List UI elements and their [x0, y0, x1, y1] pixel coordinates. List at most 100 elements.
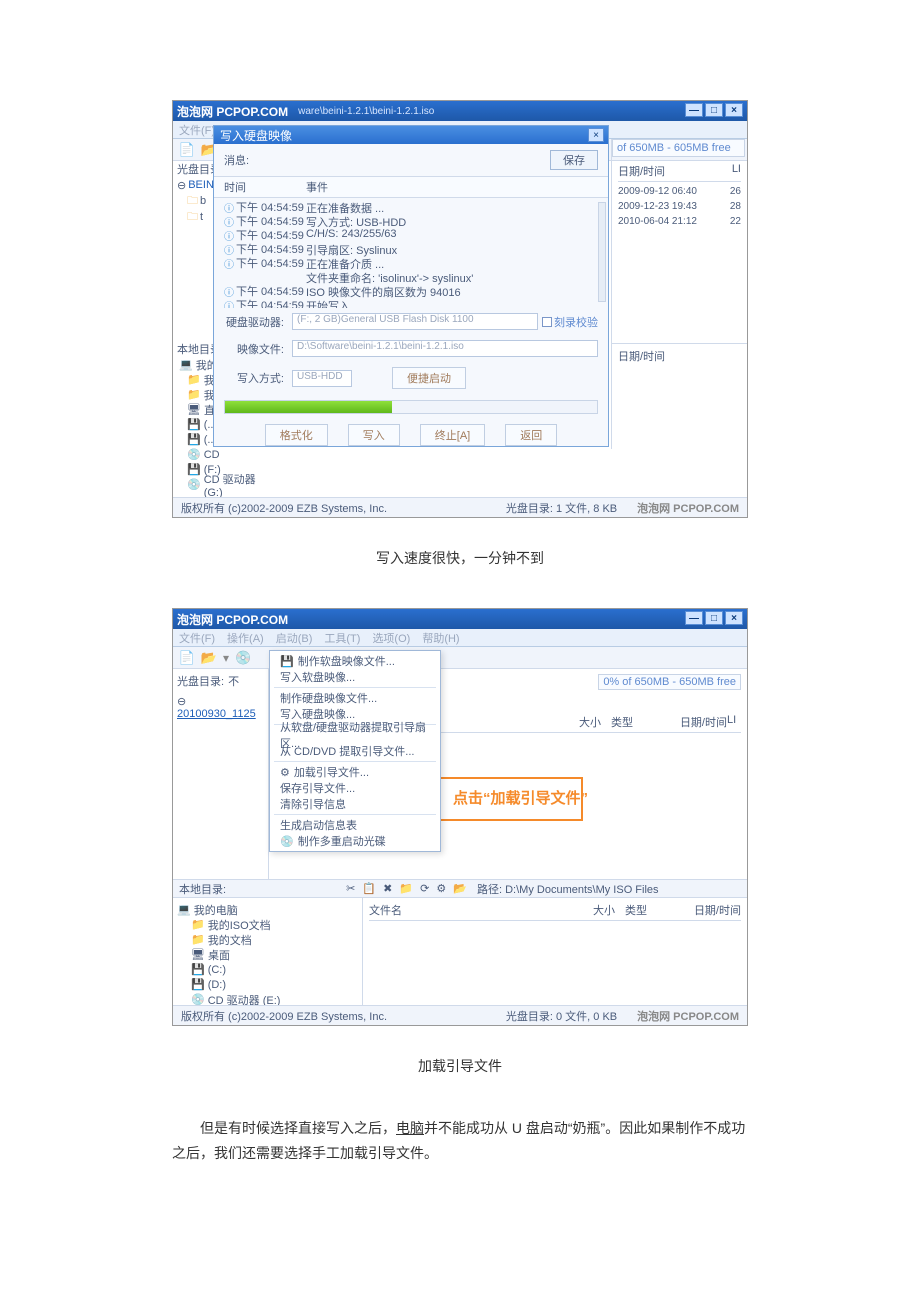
tree-item[interactable]: 📁我的ISO文档 — [177, 917, 358, 932]
log-row: ⓘ下午 04:54:59写入方式: USB-HDD — [224, 214, 598, 228]
tree-item[interactable]: 🖥桌面 — [177, 947, 358, 962]
drive-label: 硬盘驱动器: — [224, 314, 284, 330]
col-date: 日期/时间 — [661, 902, 741, 918]
caption-1: 写入速度很快，一分钟不到 — [0, 548, 920, 568]
caption-2: 加载引导文件 — [0, 1056, 920, 1076]
tree-item[interactable]: 🗀 t — [177, 209, 213, 225]
menu-help[interactable]: 帮助(H) — [422, 630, 459, 646]
local-dir-label: 本地目录: — [179, 881, 226, 897]
quick-boot-button[interactable]: 便捷启动 — [392, 367, 466, 389]
tree-item[interactable]: 💿CD 驱动器 (G:) — [173, 477, 273, 492]
col-l: LI — [727, 714, 741, 730]
col-event: 事件 — [306, 179, 328, 195]
body-paragraph: 但是有时候选择直接写入之后，电脑并不能成功从 U 盘启动“奶瓶”。因此如果制作不… — [172, 1116, 748, 1166]
col-l: LI — [732, 163, 741, 179]
col-type: 类型 — [611, 714, 647, 730]
mode-select[interactable]: USB-HDD — [292, 370, 352, 387]
info-icon: ⓘ — [224, 284, 234, 299]
copyright: 版权所有 (c)2002-2009 EZB Systems, Inc. — [181, 500, 387, 516]
list-item[interactable]: 2009-12-23 19:4328 — [618, 201, 741, 216]
local-dir-bar: 本地目录: ✂ 📋 ✖ 📁 ⟳ ⚙ 📂 路径: D:\My Documents\… — [173, 879, 747, 898]
write-image-dialog: 写入硬盘映像 × 消息: 保存 时间 事件 ⓘ下午 04:54:59正在准备数据… — [213, 125, 609, 447]
menu-tool[interactable]: 工具(T) — [324, 630, 360, 646]
left-column: 光盘目录:不 ⊖ 20100930_1125 — [173, 669, 269, 879]
tree-item[interactable]: 💾(D:) — [177, 977, 358, 992]
col-date: 日期/时间 — [618, 351, 665, 363]
menu-item[interactable]: 制作硬盘映像文件... — [270, 690, 440, 706]
scrollbar[interactable] — [598, 202, 606, 302]
disc-icon[interactable]: 💿 — [235, 650, 251, 666]
boot-menu-dropdown: 💾制作软盘映像文件... 写入软盘映像... 制作硬盘映像文件... 写入硬盘映… — [269, 650, 441, 852]
image-path-input[interactable]: D:\Software\beini-1.2.1\beini-1.2.1.iso — [292, 340, 598, 357]
toolbar-icons[interactable]: ✂ 📋 ✖ 📁 ⟳ ⚙ 📂 — [346, 882, 469, 895]
back-button[interactable]: 返回 — [505, 424, 557, 446]
menu-file[interactable]: 文件(F) — [179, 122, 215, 138]
col-time: 时间 — [224, 179, 306, 195]
menu-item[interactable]: 写入软盘映像... — [270, 669, 440, 685]
menu-item-load-boot[interactable]: ⚙加载引导文件... — [270, 764, 440, 780]
close-button[interactable]: × — [725, 611, 743, 625]
capacity-bar: of 650MB - 605MB free — [612, 139, 745, 157]
log-row: ⓘ下午 04:54:59正在准备介质 ... — [224, 256, 598, 270]
menu-item[interactable]: 保存引导文件... — [270, 780, 440, 796]
app-logo: 泡泡网 PCPOP.COM — [177, 103, 288, 120]
save-button[interactable]: 保存 — [550, 150, 598, 170]
menu-option[interactable]: 选项(O) — [372, 630, 410, 646]
log-row: ⓘ下午 04:54:59C/H/S: 243/255/63 — [224, 228, 598, 242]
list-item[interactable]: 2010-06-04 21:1222 — [618, 216, 741, 231]
minimize-button[interactable]: — — [685, 103, 703, 117]
info-icon: ⓘ — [224, 200, 234, 215]
tree-item[interactable]: 📁我的文档 — [177, 932, 358, 947]
capacity-bar: 0% of 650MB - 650MB free — [598, 674, 741, 690]
disc-file-count: 光盘目录: 0 文件, 0 KB — [506, 1008, 617, 1024]
app-logo: 泡泡网 PCPOP.COM — [177, 611, 288, 628]
maximize-button[interactable]: □ — [705, 611, 723, 625]
close-button[interactable]: × — [725, 103, 743, 117]
menu-file[interactable]: 文件(F) — [179, 630, 215, 646]
dialog-close-button[interactable]: × — [588, 128, 604, 142]
menu-boot[interactable]: 启动(B) — [276, 630, 313, 646]
open-icon[interactable]: 📂 — [201, 650, 217, 666]
info-icon: ⓘ — [224, 228, 234, 243]
drive-select[interactable]: (F:, 2 GB)General USB Flash Disk 1100 — [292, 313, 538, 330]
info-icon: ⓘ — [224, 242, 234, 257]
tree-item[interactable]: 💻我的电脑 — [177, 902, 358, 917]
dialog-titlebar: 写入硬盘映像 × — [214, 126, 608, 144]
info-icon: ⓘ — [224, 214, 234, 229]
col-size: 大小 — [579, 902, 615, 918]
disc-file-count: 光盘目录: 1 文件, 8 KB — [506, 500, 617, 516]
copyright: 版权所有 (c)2002-2009 EZB Systems, Inc. — [181, 1008, 387, 1024]
menu-item[interactable]: 清除引导信息 — [270, 796, 440, 812]
menu-item[interactable]: 💿制作多重启动光碟 — [270, 833, 440, 849]
minimize-button[interactable]: — — [685, 611, 703, 625]
list-item[interactable]: 2009-09-12 06:4026 — [618, 186, 741, 201]
log-row: ⓘ下午 04:54:59引导扇区: Syslinux — [224, 242, 598, 256]
mode-label: 写入方式: — [224, 370, 284, 386]
new-icon[interactable]: 📄 — [179, 650, 195, 666]
verify-checkbox[interactable]: 刻录校验 — [542, 314, 598, 330]
menu-item[interactable]: 从软盘/硬盘驱动器提取引导扇区... — [270, 727, 440, 743]
log-row: ⓘ下午 04:54:59开始写入 ... — [224, 298, 598, 308]
stop-button[interactable]: 终止[A] — [420, 424, 485, 446]
status-bar: 版权所有 (c)2002-2009 EZB Systems, Inc. 光盘目录… — [173, 497, 747, 517]
tree-item[interactable]: 20100930_1125 — [177, 708, 256, 720]
menu-action[interactable]: 操作(A) — [227, 630, 264, 646]
tree-item[interactable]: 💾(C:) — [177, 962, 358, 977]
window-titlebar: 泡泡网 PCPOP.COM — □ × — [173, 609, 747, 629]
link-computer[interactable]: 电脑 — [396, 1120, 424, 1136]
format-button[interactable]: 格式化 — [265, 424, 328, 446]
menu-item[interactable]: 💾制作软盘映像文件... — [270, 653, 440, 669]
screenshot-write-usb: 泡泡网 PCPOP.COM ware\beini-1.2.1\beini-1.2… — [172, 100, 748, 518]
menu-item[interactable]: 生成启动信息表 — [270, 817, 440, 833]
title-path: ware\beini-1.2.1\beini-1.2.1.iso — [298, 106, 434, 117]
new-icon[interactable]: 📄 — [179, 142, 195, 158]
screenshot-load-boot: 泡泡网 PCPOP.COM — □ × 文件(F) 操作(A) 启动(B) 工具… — [172, 608, 748, 1026]
col-date: 日期/时间 — [647, 714, 727, 730]
watermark-logo: 泡泡网 PCPOP.COM — [637, 500, 739, 516]
local-path: 路径: D:\My Documents\My ISO Files — [477, 881, 659, 897]
maximize-button[interactable]: □ — [705, 103, 723, 117]
menu-bar: 文件(F) 操作(A) 启动(B) 工具(T) 选项(O) 帮助(H) — [173, 629, 747, 647]
progress-bar — [224, 400, 598, 414]
write-button[interactable]: 写入 — [348, 424, 400, 446]
image-label: 映像文件: — [224, 341, 284, 357]
